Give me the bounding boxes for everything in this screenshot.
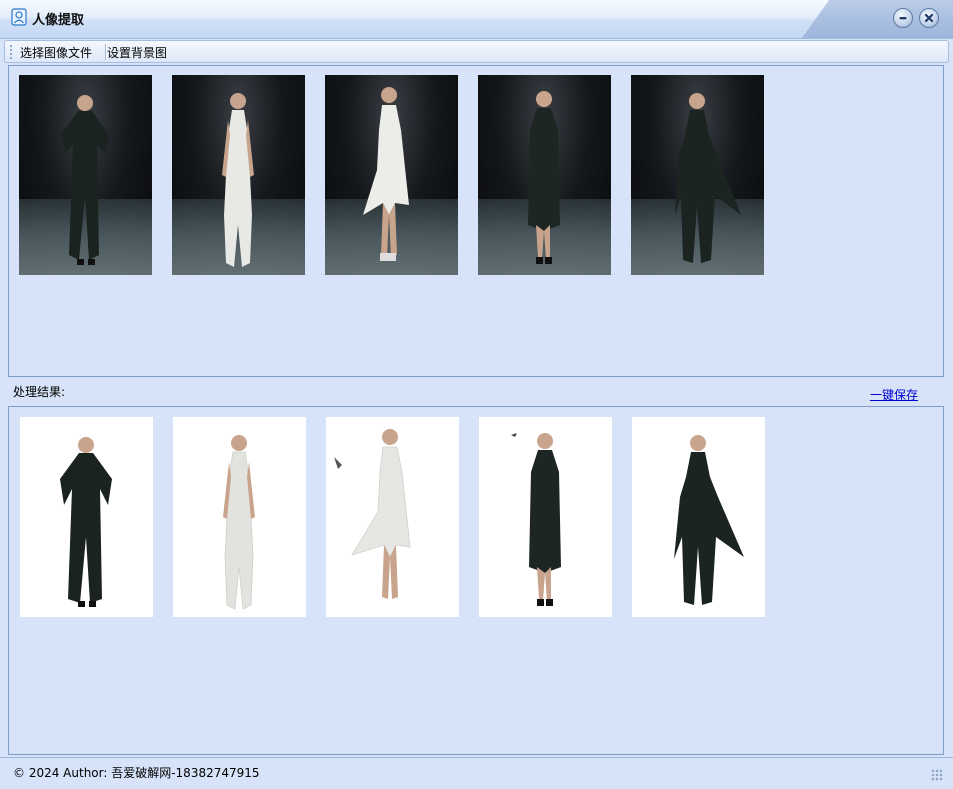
result-image-2[interactable] [173,417,306,617]
model-figure-white [334,429,411,599]
portrait-app-icon [11,8,27,26]
close-icon [924,13,934,23]
source-images-panel[interactable] [8,65,944,377]
source-image-5[interactable] [631,75,764,275]
model-figure-black [675,93,741,263]
toolbar-grip[interactable] [10,45,12,59]
toolbar: 选择图像文件 设置背景图 [4,40,949,63]
model-figure-black [528,91,560,264]
source-image-1[interactable] [19,75,152,275]
status-bar: © 2024 Author: 吾爱破解网-18382747915 [0,757,953,789]
result-image-4[interactable] [479,417,612,617]
result-image-5[interactable] [632,417,765,617]
model-figure-black [60,437,112,607]
model-figure-black [674,435,744,605]
model-figure-white [363,87,409,261]
source-image-4[interactable] [478,75,611,275]
select-image-file-button[interactable]: 选择图像文件 [20,44,92,61]
set-background-button[interactable]: 设置背景图 [107,44,167,61]
source-image-2[interactable] [172,75,305,275]
close-button[interactable] [919,8,939,28]
results-panel[interactable] [8,406,944,755]
minimize-icon [899,17,907,20]
results-label: 处理结果: [13,385,66,399]
title-bar: 人像提取 [0,0,953,39]
model-figure-black [511,433,561,606]
source-image-3[interactable] [325,75,458,275]
resize-grip-icon[interactable] [931,769,943,781]
window-title: 人像提取 [32,13,85,28]
model-figure-white [222,93,254,267]
status-text: © 2024 Author: 吾爱破解网-18382747915 [13,766,260,780]
model-figure-white [223,435,255,610]
minimize-button[interactable] [893,8,913,28]
model-figure-black [61,95,109,265]
save-all-link[interactable]: 一键保存 [870,386,918,403]
result-image-3[interactable] [326,417,459,617]
result-image-1[interactable] [20,417,153,617]
